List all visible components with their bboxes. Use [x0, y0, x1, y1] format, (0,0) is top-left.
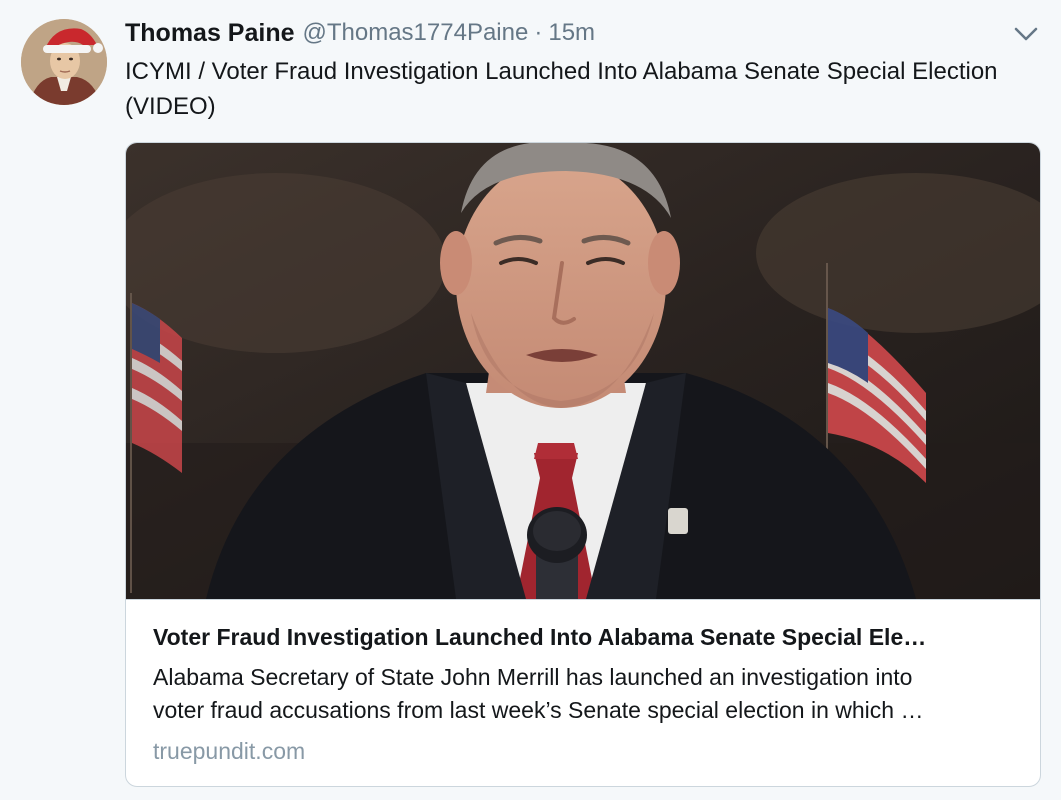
chevron-down-icon[interactable]	[1012, 22, 1040, 46]
avatar-image	[21, 19, 107, 105]
author-name[interactable]: Thomas Paine	[125, 19, 295, 48]
avatar[interactable]	[21, 19, 107, 105]
card-image	[126, 143, 1040, 599]
card-description-line: voter fraud accusations from last week’s…	[153, 697, 924, 723]
tweet-header: Thomas Paine @Thomas1774Paine · 15m	[125, 16, 595, 50]
card-description: Alabama Secretary of State John Merrill …	[153, 661, 1017, 727]
tweet-text: ICYMI / Voter Fraud Investigation Launch…	[125, 58, 998, 120]
separator-dot: ·	[534, 19, 543, 46]
tweet-timestamp[interactable]: 15m	[548, 19, 595, 47]
tweet[interactable]: Thomas Paine @Thomas1774Paine · 15m ICYM…	[0, 0, 1061, 800]
card-description-line: Alabama Secretary of State John Merrill …	[153, 664, 913, 690]
card-divider	[126, 599, 1040, 600]
card-title[interactable]: Voter Fraud Investigation Launched Into …	[153, 621, 1013, 653]
link-preview-card[interactable]: Voter Fraud Investigation Launched Into …	[125, 142, 1041, 787]
card-domain[interactable]: truepundit.com	[153, 735, 305, 767]
author-handle[interactable]: @Thomas1774Paine	[303, 19, 529, 47]
